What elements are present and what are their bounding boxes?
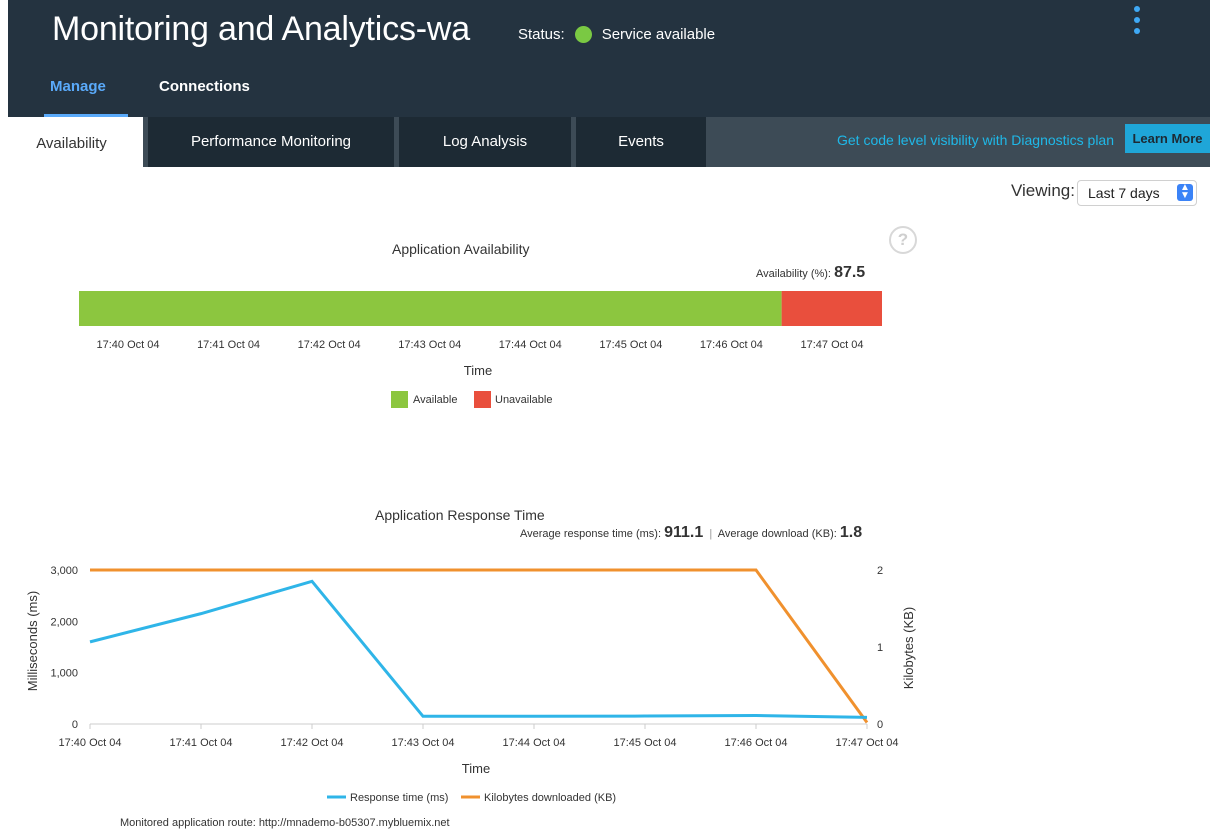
left-y-tick: 2,000	[50, 616, 78, 628]
legend-kilobytes-label: Kilobytes downloaded (KB)	[484, 792, 616, 804]
x-tick-label: 17:47 Oct 04	[836, 737, 899, 749]
response-x-axis-label: Time	[462, 761, 490, 776]
right-y-axis-label: Kilobytes (KB)	[901, 607, 916, 689]
response-time-series-line	[89, 579, 868, 719]
response-time-chart: 3,000 2,000 1,000 0 2 1 0 17:40 Oct 04 17:41 Oct…	[25, 565, 916, 804]
x-tick-label: 17:44 Oct 04	[503, 737, 566, 749]
left-y-tick: 3,000	[50, 565, 78, 577]
right-y-tick: 0	[877, 719, 883, 731]
kilobytes-series-line	[90, 568, 869, 724]
left-y-axis-label: Milliseconds (ms)	[25, 591, 40, 691]
route-url[interactable]: http://mnademo-b05307.mybluemix.net	[259, 817, 450, 829]
left-y-tick: 0	[72, 719, 78, 731]
x-tick-label: 17:41 Oct 04	[170, 737, 233, 749]
right-y-tick: 2	[877, 565, 883, 577]
x-tick-label: 17:42 Oct 04	[281, 737, 344, 749]
legend-response-label: Response time (ms)	[350, 792, 448, 804]
route-label: Monitored application route:	[120, 817, 256, 829]
right-y-tick: 1	[877, 642, 883, 654]
x-tick-label: 17:46 Oct 04	[725, 737, 788, 749]
x-tick-label: 17:45 Oct 04	[614, 737, 677, 749]
monitored-route: Monitored application route: http://mnad…	[120, 817, 450, 829]
x-tick-label: 17:40 Oct 04	[59, 737, 122, 749]
x-tick-label: 17:43 Oct 04	[392, 737, 455, 749]
left-y-tick: 1,000	[50, 668, 78, 680]
